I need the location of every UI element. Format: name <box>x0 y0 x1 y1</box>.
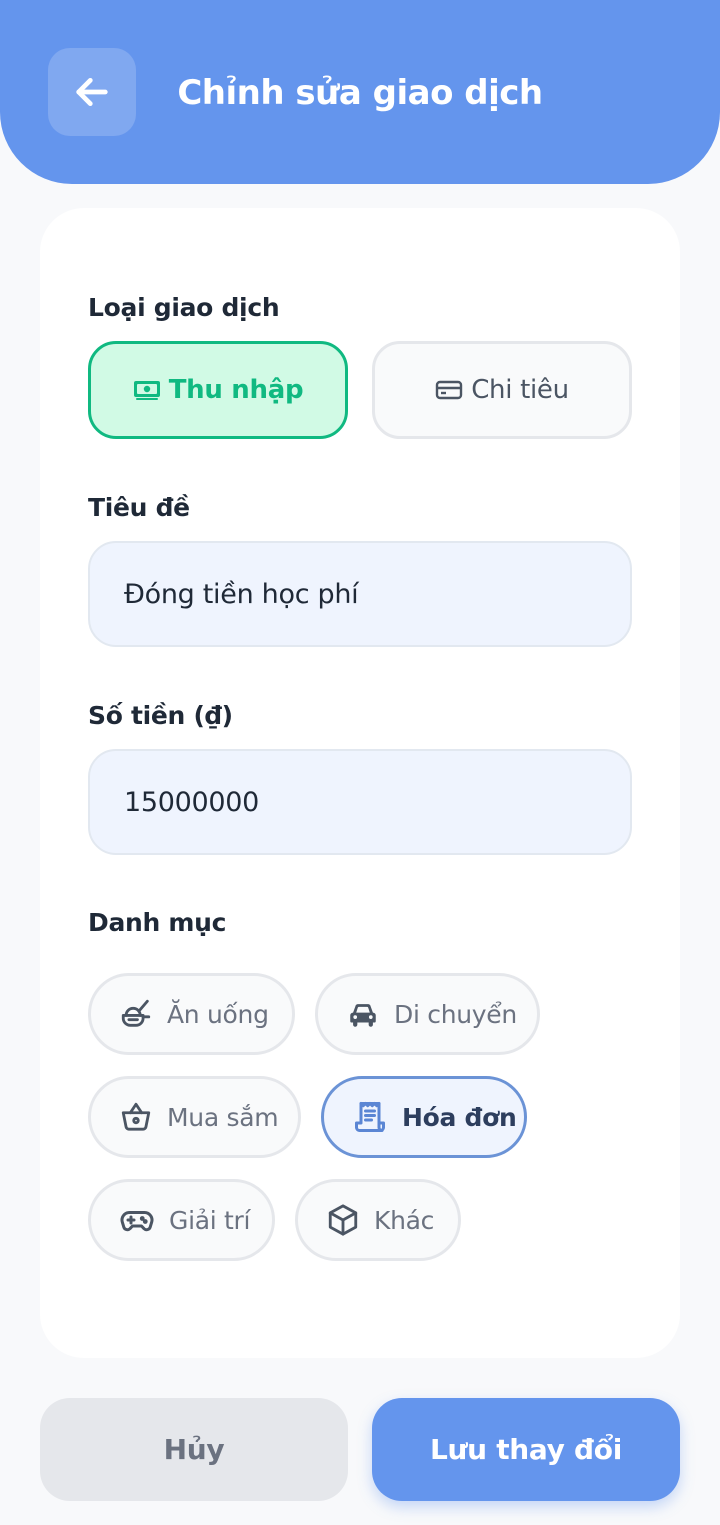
category-chip-label: Khác <box>374 1205 435 1235</box>
type-income-button[interactable]: Thu nhập <box>88 341 348 439</box>
cancel-button[interactable]: Hủy <box>40 1398 348 1501</box>
category-chip-label: Hóa đơn <box>402 1102 517 1132</box>
type-income-label: Thu nhập <box>168 375 304 405</box>
category-chip-transport[interactable]: Di chuyển <box>315 973 540 1055</box>
receipt-icon <box>355 1102 385 1132</box>
arrow-left-icon <box>76 78 108 106</box>
title-input[interactable] <box>88 541 632 647</box>
food-icon <box>121 999 151 1027</box>
category-chip-other[interactable]: Khác <box>295 1179 461 1261</box>
page-title: Chỉnh sửa giao dịch <box>177 73 543 113</box>
category-chip-label: Ăn uống <box>167 999 269 1029</box>
save-changes-button[interactable]: Lưu thay đổi <box>372 1398 680 1501</box>
amount-label: Số tiền (₫) <box>88 701 233 730</box>
type-expense-label: Chi tiêu <box>471 375 569 405</box>
credit-card-icon <box>435 380 463 400</box>
money-icon <box>133 381 160 400</box>
title-label: Tiêu đề <box>88 493 190 522</box>
category-label: Danh mục <box>88 908 227 937</box>
category-chip-label: Di chuyển <box>394 999 517 1029</box>
box-icon <box>328 1204 358 1236</box>
edit-transaction-form: Loại giao dịch Thu nhập Chi tiêu Tiêu đề… <box>40 208 680 1358</box>
transaction-type-label: Loại giao dịch <box>88 293 280 322</box>
category-chip-label: Mua sắm <box>167 1102 279 1132</box>
back-button[interactable] <box>48 48 136 136</box>
category-chip-shopping[interactable]: Mua sắm <box>88 1076 301 1158</box>
type-expense-button[interactable]: Chi tiêu <box>372 341 632 439</box>
shopping-basket-icon <box>121 1102 151 1131</box>
category-chip-food[interactable]: Ăn uống <box>88 973 295 1055</box>
category-chip-label: Giải trí <box>169 1205 251 1235</box>
gamepad-icon <box>120 1211 154 1232</box>
category-chip-entertainment[interactable]: Giải trí <box>88 1179 275 1261</box>
category-chip-bills[interactable]: Hóa đơn <box>321 1076 527 1158</box>
car-icon <box>350 1004 376 1027</box>
amount-input[interactable] <box>88 749 632 855</box>
header: Chỉnh sửa giao dịch <box>0 0 720 184</box>
